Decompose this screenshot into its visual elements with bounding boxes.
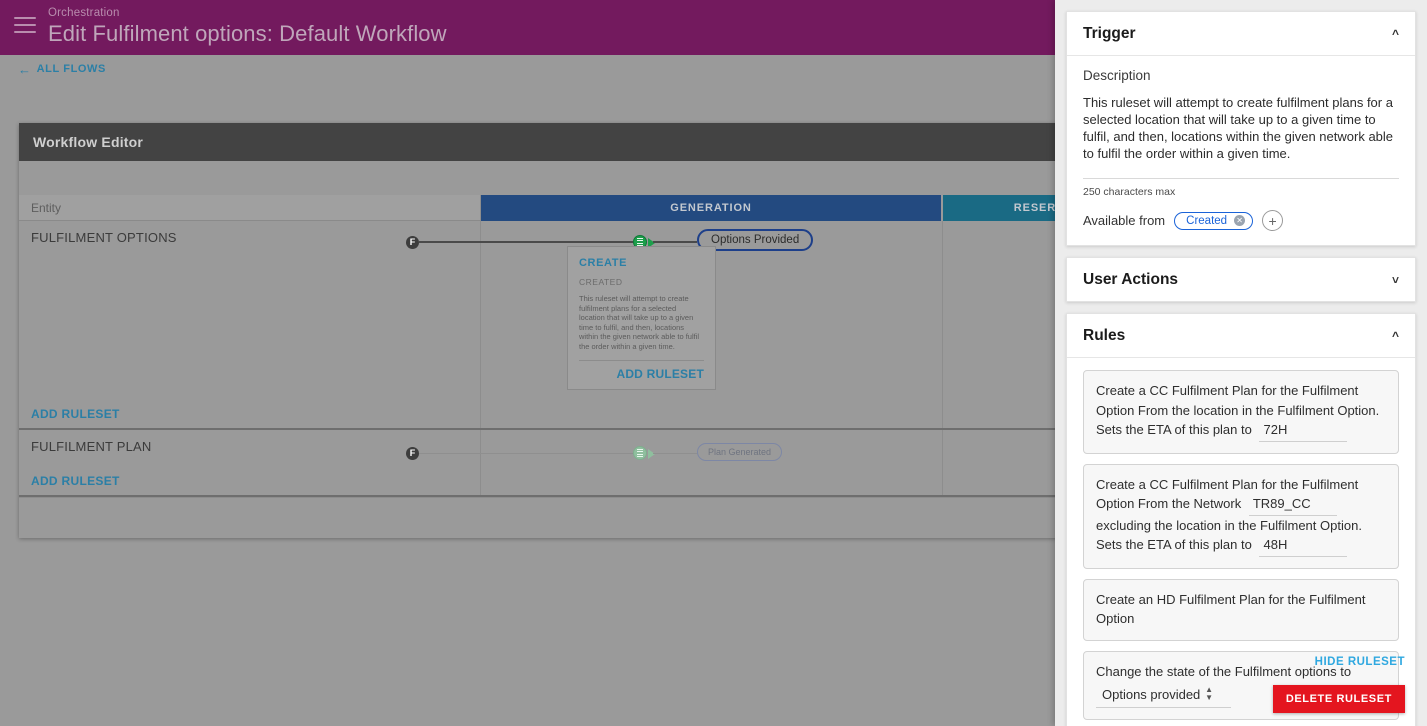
rule-3-text: Create an HD Fulfilment Plan for the Ful…: [1096, 592, 1366, 627]
rule-item-3[interactable]: Create an HD Fulfilment Plan for the Ful…: [1083, 579, 1399, 641]
header-titles: Orchestration Edit Fulfilment options: D…: [48, 0, 447, 48]
ruleset-node-icon-2[interactable]: [633, 446, 647, 460]
ruleset-card-description: This ruleset will attempt to create fulf…: [579, 294, 704, 351]
rule-4-state-value: Options provided: [1102, 687, 1200, 702]
rules-section-body: Create a CC Fulfilment Plan for the Fulf…: [1067, 357, 1415, 726]
breadcrumb-label: ALL FLOWS: [37, 63, 106, 75]
flow-arrow-2: [648, 449, 655, 459]
state-pill-plan-generated[interactable]: Plan Generated: [697, 443, 782, 461]
available-from-row: Available from Created ✕ +: [1083, 210, 1399, 231]
flow-line-2b: [653, 453, 697, 454]
description-char-limit: 250 characters max: [1083, 178, 1399, 198]
ruleset-node-glyph-2: [637, 449, 643, 457]
stage-header-generation-label: GENERATION: [670, 202, 752, 214]
ruleset-card-state: CREATED: [579, 277, 704, 287]
rules-section-header[interactable]: Rules ^: [1067, 314, 1415, 357]
swimlane-name-2: FULFILMENT PLAN: [31, 439, 152, 454]
chip-label: Created: [1186, 215, 1227, 227]
description-value[interactable]: This ruleset will attempt to create fulf…: [1083, 94, 1399, 162]
page-title: Edit Fulfilment options: Default Workflo…: [48, 20, 447, 48]
trigger-section: Trigger ^ Description This ruleset will …: [1066, 11, 1416, 246]
app-root: Orchestration Edit Fulfilment options: D…: [0, 0, 1427, 726]
trigger-section-title: Trigger: [1083, 25, 1136, 43]
rule-4-state-select[interactable]: Options provided ▲▼: [1096, 684, 1231, 708]
hide-ruleset-button[interactable]: HIDE RULESET: [1315, 656, 1405, 668]
rule-4-text: Change the state of the Fulfilment optio…: [1096, 664, 1351, 679]
chevron-up-icon[interactable]: ^: [1392, 28, 1399, 40]
available-from-label: Available from: [1083, 213, 1165, 228]
trigger-section-body: Description This ruleset will attempt to…: [1067, 55, 1415, 245]
chevron-up-icon-rules[interactable]: ^: [1392, 330, 1399, 342]
ruleset-card-title: CREATE: [579, 257, 704, 269]
ruleset-card-add-ruleset[interactable]: ADD RULESET: [579, 361, 704, 381]
rule-item-2[interactable]: Create a CC Fulfilment Plan for the Fulf…: [1083, 464, 1399, 569]
flow-start-node-1[interactable]: F: [406, 236, 419, 249]
rule-1-eta-field[interactable]: 72H: [1259, 420, 1347, 442]
spinner-arrows-icon[interactable]: ▲▼: [1205, 686, 1213, 702]
user-actions-section-header[interactable]: User Actions ˅: [1067, 258, 1415, 301]
available-from-chip-created[interactable]: Created ✕: [1174, 212, 1253, 230]
user-actions-section-title: User Actions: [1083, 271, 1178, 289]
hamburger-menu-icon[interactable]: [14, 17, 36, 33]
add-ruleset-link-lane1[interactable]: ADD RULESET: [31, 407, 120, 421]
stage-divider-2: [942, 430, 943, 495]
user-actions-section: User Actions ˅: [1066, 257, 1416, 302]
trigger-section-header[interactable]: Trigger ^: [1067, 12, 1415, 55]
app-eyebrow: Orchestration: [48, 6, 447, 20]
rule-2-network-field[interactable]: TR89_CC: [1249, 494, 1337, 516]
add-ruleset-link-lane2[interactable]: ADD RULESET: [31, 474, 120, 488]
add-state-button[interactable]: +: [1262, 210, 1283, 231]
entity-column-label: Entity: [31, 201, 61, 215]
delete-ruleset-button[interactable]: DELETE RULESET: [1273, 685, 1405, 713]
rule-2-eta-field[interactable]: 48H: [1259, 535, 1347, 557]
swimlane-label-cell: FULFILMENT OPTIONS ADD RULESET: [19, 221, 481, 428]
flow-line-1b: [653, 241, 697, 243]
flow-start-node-2[interactable]: F: [406, 447, 419, 460]
workflow-editor-title: Workflow Editor: [33, 134, 143, 150]
chevron-down-icon[interactable]: ˅: [1392, 274, 1399, 286]
rules-section-title: Rules: [1083, 327, 1125, 345]
chip-remove-icon[interactable]: ✕: [1234, 215, 1245, 226]
rule-item-1[interactable]: Create a CC Fulfilment Plan for the Fulf…: [1083, 370, 1399, 454]
ruleset-node-glyph: [637, 238, 643, 246]
stage-header-generation[interactable]: GENERATION: [481, 195, 943, 221]
description-label: Description: [1083, 68, 1399, 83]
back-arrow-icon: ←: [18, 64, 32, 75]
flow-line-2: [419, 453, 641, 454]
ruleset-card-create[interactable]: CREATE CREATED This ruleset will attempt…: [567, 246, 716, 390]
swimlane-label-cell-2: FULFILMENT PLAN ADD RULESET: [19, 430, 481, 495]
ruleset-detail-panel: Trigger ^ Description This ruleset will …: [1055, 0, 1427, 726]
stage-divider: [942, 221, 943, 428]
flow-line-1: [419, 241, 641, 243]
entity-column-header: Entity: [19, 195, 481, 220]
swimlane-name: FULFILMENT OPTIONS: [31, 230, 177, 245]
breadcrumb-all-flows[interactable]: ← ALL FLOWS: [18, 63, 106, 75]
